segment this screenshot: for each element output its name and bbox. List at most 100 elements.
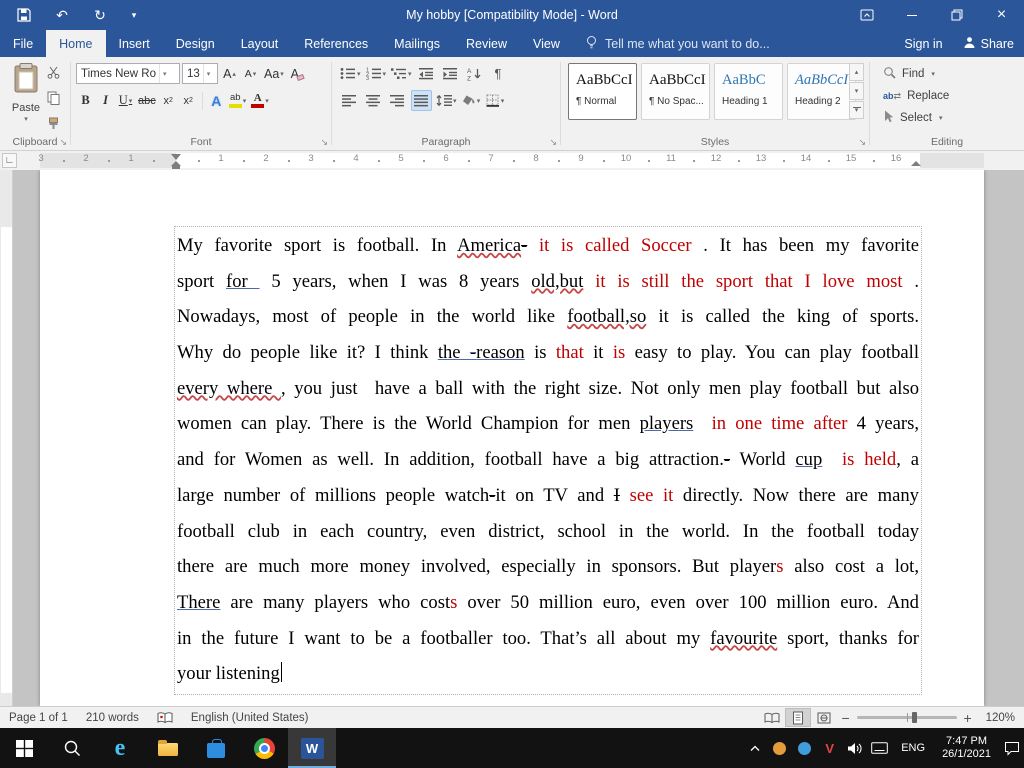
tab-view[interactable]: View bbox=[520, 30, 573, 57]
paste-button[interactable]: Paste ▾ bbox=[5, 62, 47, 140]
customize-qat-icon[interactable]: ▾ bbox=[128, 5, 140, 25]
font-size-combobox[interactable]: 13 ▾ bbox=[182, 63, 218, 84]
font-size-dropdown-icon[interactable]: ▾ bbox=[202, 64, 214, 83]
doc-line[interactable]: sport for 5 years, when I was 8 years ol… bbox=[175, 264, 921, 300]
styles-scroll-down-icon[interactable]: ▾ bbox=[849, 82, 864, 100]
styles-dialog-launcher[interactable]: ↘ bbox=[858, 138, 866, 147]
sign-in-link[interactable]: Sign in bbox=[904, 37, 942, 51]
tab-review[interactable]: Review bbox=[453, 30, 520, 57]
action-center-icon[interactable] bbox=[999, 728, 1024, 768]
font-color-icon[interactable]: A ▾ bbox=[249, 90, 271, 111]
word-count[interactable]: 210 words bbox=[77, 707, 148, 728]
touch-keyboard-icon[interactable] bbox=[867, 728, 892, 768]
multilevel-list-icon[interactable]: ▾ bbox=[390, 63, 413, 84]
shrink-font-icon[interactable]: A ▾ bbox=[241, 63, 260, 84]
font-name-dropdown-icon[interactable]: ▾ bbox=[158, 64, 170, 83]
change-case-icon[interactable]: Aa ▾ bbox=[262, 63, 286, 84]
bold-icon[interactable]: B bbox=[76, 90, 95, 111]
style-normal[interactable]: AaBbCcI ¶ Normal bbox=[568, 63, 637, 120]
zoom-in-icon[interactable]: + bbox=[959, 710, 977, 726]
tab-design[interactable]: Design bbox=[163, 30, 228, 57]
language-indicator[interactable]: English (United States) bbox=[182, 707, 318, 728]
undo-icon[interactable]: ↶ bbox=[52, 5, 72, 25]
start-button[interactable] bbox=[0, 728, 48, 768]
format-painter-icon[interactable] bbox=[47, 117, 60, 133]
find-dropdown-icon[interactable]: ▾ bbox=[931, 70, 935, 78]
select-dropdown-icon[interactable]: ▾ bbox=[939, 114, 943, 122]
restore-icon[interactable] bbox=[934, 0, 979, 30]
paragraph-dialog-launcher[interactable]: ↘ bbox=[549, 138, 557, 147]
edge-icon[interactable]: e bbox=[96, 728, 144, 768]
zoom-slider[interactable] bbox=[856, 712, 957, 723]
align-left-icon[interactable] bbox=[339, 90, 360, 111]
repeat-icon[interactable]: ↻ bbox=[90, 5, 110, 25]
left-indent-marker[interactable] bbox=[172, 166, 180, 169]
chrome-icon[interactable] bbox=[240, 728, 288, 768]
zoom-level[interactable]: 120% bbox=[977, 707, 1024, 728]
vertical-ruler[interactable] bbox=[0, 170, 13, 706]
tray-red-icon[interactable]: V bbox=[817, 728, 842, 768]
underline-icon[interactable]: U ▾ bbox=[116, 90, 135, 111]
right-indent-marker[interactable] bbox=[911, 161, 921, 166]
minimize-icon[interactable] bbox=[889, 0, 934, 30]
tab-mailings[interactable]: Mailings bbox=[381, 30, 453, 57]
tab-layout[interactable]: Layout bbox=[228, 30, 292, 57]
document-page[interactable]: My favorite sport is football. In Americ… bbox=[40, 170, 984, 706]
doc-line[interactable]: there are much more money involved, espe… bbox=[175, 549, 921, 585]
numbering-icon[interactable]: 1 2 3 ▾ bbox=[365, 63, 388, 84]
styles-more-icon[interactable]: ▾ bbox=[849, 101, 864, 119]
doc-line[interactable]: My favorite sport is football. In Americ… bbox=[175, 228, 921, 264]
replace-button[interactable]: ab⇄ Replace bbox=[883, 86, 949, 106]
tab-home[interactable]: Home bbox=[46, 30, 106, 57]
tab-references[interactable]: References bbox=[291, 30, 381, 57]
style-nospace[interactable]: AaBbCcI ¶ No Spac... bbox=[641, 63, 710, 120]
clear-formatting-icon[interactable]: A bbox=[288, 63, 307, 84]
doc-line[interactable]: Why do people like it? I think the -reas… bbox=[175, 335, 921, 371]
cut-icon[interactable] bbox=[47, 66, 60, 82]
doc-line[interactable]: in the future I want to be a footballer … bbox=[175, 621, 921, 657]
doc-line[interactable]: There are many players who costs over 50… bbox=[175, 585, 921, 621]
grow-font-icon[interactable]: A ▴ bbox=[220, 63, 239, 84]
doc-line[interactable]: every where , you just have a ball with … bbox=[175, 371, 921, 407]
doc-line[interactable]: and for Women as well. In addition, foot… bbox=[175, 442, 921, 478]
read-mode-icon[interactable] bbox=[759, 708, 785, 727]
taskbar-clock[interactable]: 7:47 PM 26/1/2021 bbox=[934, 735, 999, 762]
align-right-icon[interactable] bbox=[387, 90, 408, 111]
shading-icon[interactable]: ▾ bbox=[461, 90, 482, 111]
italic-icon[interactable]: I bbox=[96, 90, 115, 111]
store-icon[interactable] bbox=[192, 728, 240, 768]
file-explorer-icon[interactable] bbox=[144, 728, 192, 768]
find-button[interactable]: Find ▾ bbox=[883, 64, 935, 84]
doc-line[interactable]: large number of millions people watch-it… bbox=[175, 478, 921, 514]
save-icon[interactable] bbox=[14, 5, 34, 25]
subscript-icon[interactable]: x2 bbox=[159, 90, 178, 111]
zoom-out-icon[interactable]: − bbox=[837, 710, 855, 726]
language-switcher[interactable]: ENG bbox=[892, 742, 934, 754]
doc-line[interactable]: football club in each country, even dist… bbox=[175, 514, 921, 550]
borders-icon[interactable]: ▾ bbox=[485, 90, 506, 111]
page-indicator[interactable]: Page 1 of 1 bbox=[0, 707, 77, 728]
align-center-icon[interactable] bbox=[363, 90, 384, 111]
web-layout-icon[interactable] bbox=[811, 708, 837, 727]
bullets-icon[interactable]: ▾ bbox=[339, 63, 362, 84]
print-layout-icon[interactable] bbox=[784, 708, 811, 727]
show-hide-formatting-icon[interactable]: ¶ bbox=[488, 63, 509, 84]
proofing-errors-icon[interactable] bbox=[148, 707, 182, 728]
close-icon[interactable]: × bbox=[979, 0, 1024, 30]
text-effects-icon[interactable]: A bbox=[207, 90, 226, 111]
tell-me-box[interactable]: Tell me what you want to do... bbox=[585, 30, 770, 57]
search-icon[interactable] bbox=[48, 728, 96, 768]
ribbon-display-options-icon[interactable] bbox=[844, 0, 889, 30]
tab-file[interactable]: File bbox=[0, 30, 46, 57]
copy-icon[interactable] bbox=[47, 91, 60, 108]
paste-dropdown-icon[interactable]: ▾ bbox=[24, 115, 28, 123]
superscript-icon[interactable]: x2 bbox=[179, 90, 198, 111]
zoom-slider-thumb[interactable] bbox=[911, 712, 917, 723]
tab-insert[interactable]: Insert bbox=[106, 30, 163, 57]
justify-icon[interactable] bbox=[411, 90, 432, 111]
style-h2[interactable]: AaBbCcI Heading 2 bbox=[787, 63, 856, 120]
sort-icon[interactable]: AZ bbox=[464, 63, 485, 84]
select-button[interactable]: Select ▾ bbox=[883, 108, 942, 128]
clipboard-dialog-launcher[interactable]: ↘ bbox=[59, 138, 67, 147]
increase-indent-icon[interactable] bbox=[440, 63, 461, 84]
